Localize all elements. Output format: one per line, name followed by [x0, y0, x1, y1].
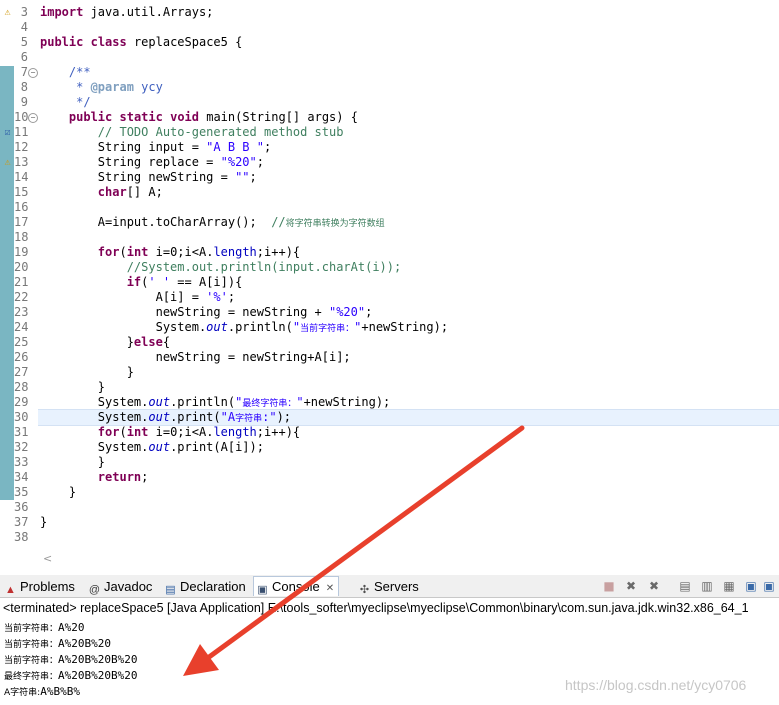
- arrow-head: [183, 644, 219, 676]
- arrow-shaft: [202, 425, 525, 663]
- annotation-arrow: [183, 425, 525, 676]
